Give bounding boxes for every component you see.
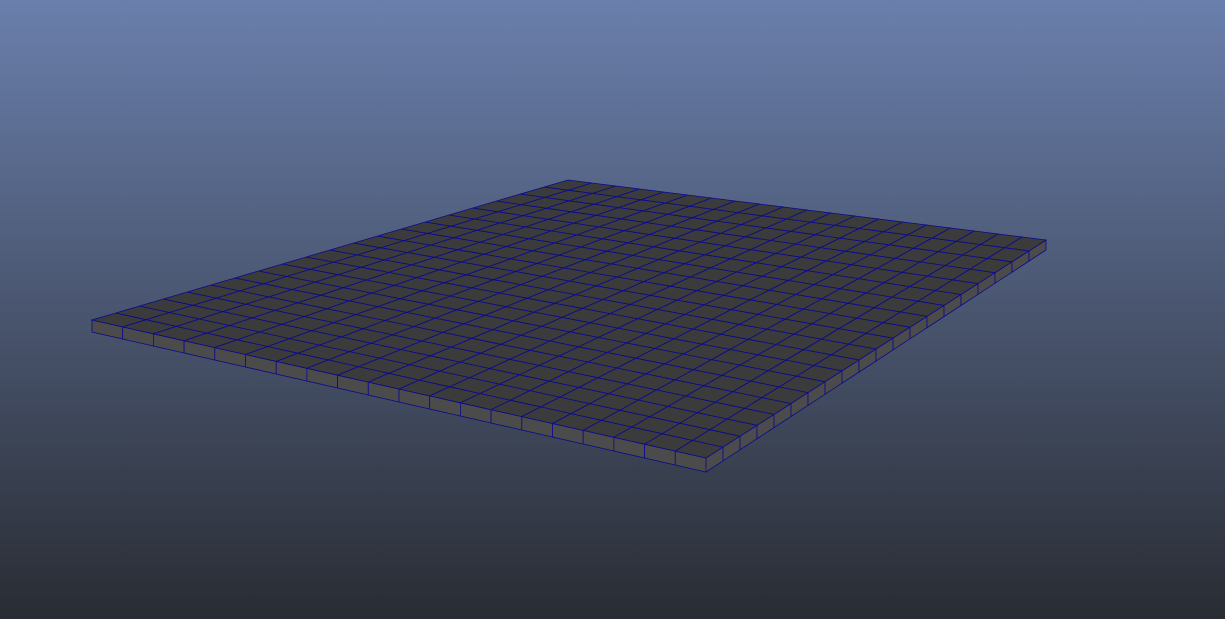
3d-viewport[interactable] — [0, 0, 1225, 619]
viewport-scene[interactable] — [0, 0, 1225, 619]
